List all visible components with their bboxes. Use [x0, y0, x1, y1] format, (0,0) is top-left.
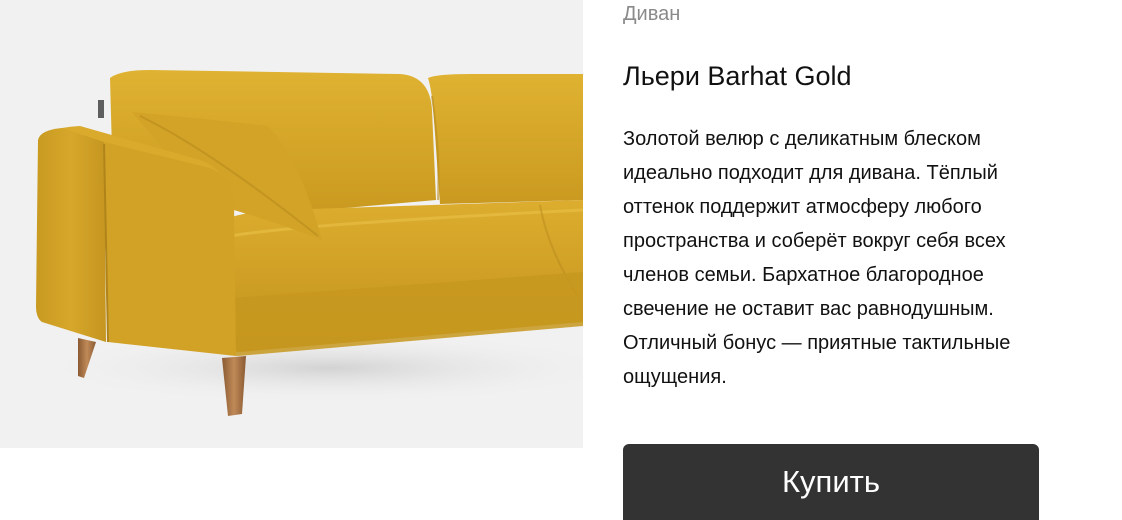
armrest-front — [36, 128, 106, 342]
product-title: Льери Barhat Gold — [623, 61, 852, 91]
description-line: Золотой велюр с деликатным блеском — [623, 128, 981, 150]
armrest-side — [104, 142, 236, 356]
back-cushion-right — [428, 74, 583, 204]
description-line: идеально подходит для дивана. Тёплый — [623, 162, 998, 184]
description-line: членов семьи. Бархатное благородное — [623, 264, 984, 286]
description-line: оттенок поддержит атмосферу любого — [623, 196, 982, 218]
description-line: Отличный бонус — приятные тактильные — [623, 332, 1011, 354]
leg-front-right — [222, 356, 246, 416]
description-line: ощущения. — [623, 366, 727, 388]
product-image — [0, 0, 583, 448]
buy-button[interactable]: Купить — [623, 444, 1039, 520]
description-line: свечение не оставит вас равнодушным. — [623, 298, 994, 320]
product-category: Диван — [623, 3, 681, 25]
sofa-illustration — [30, 70, 583, 416]
description-line: пространства и соберёт вокруг себя всех — [623, 230, 1006, 252]
product-description: Золотой велюр с деликатным блеском идеал… — [623, 122, 1103, 394]
